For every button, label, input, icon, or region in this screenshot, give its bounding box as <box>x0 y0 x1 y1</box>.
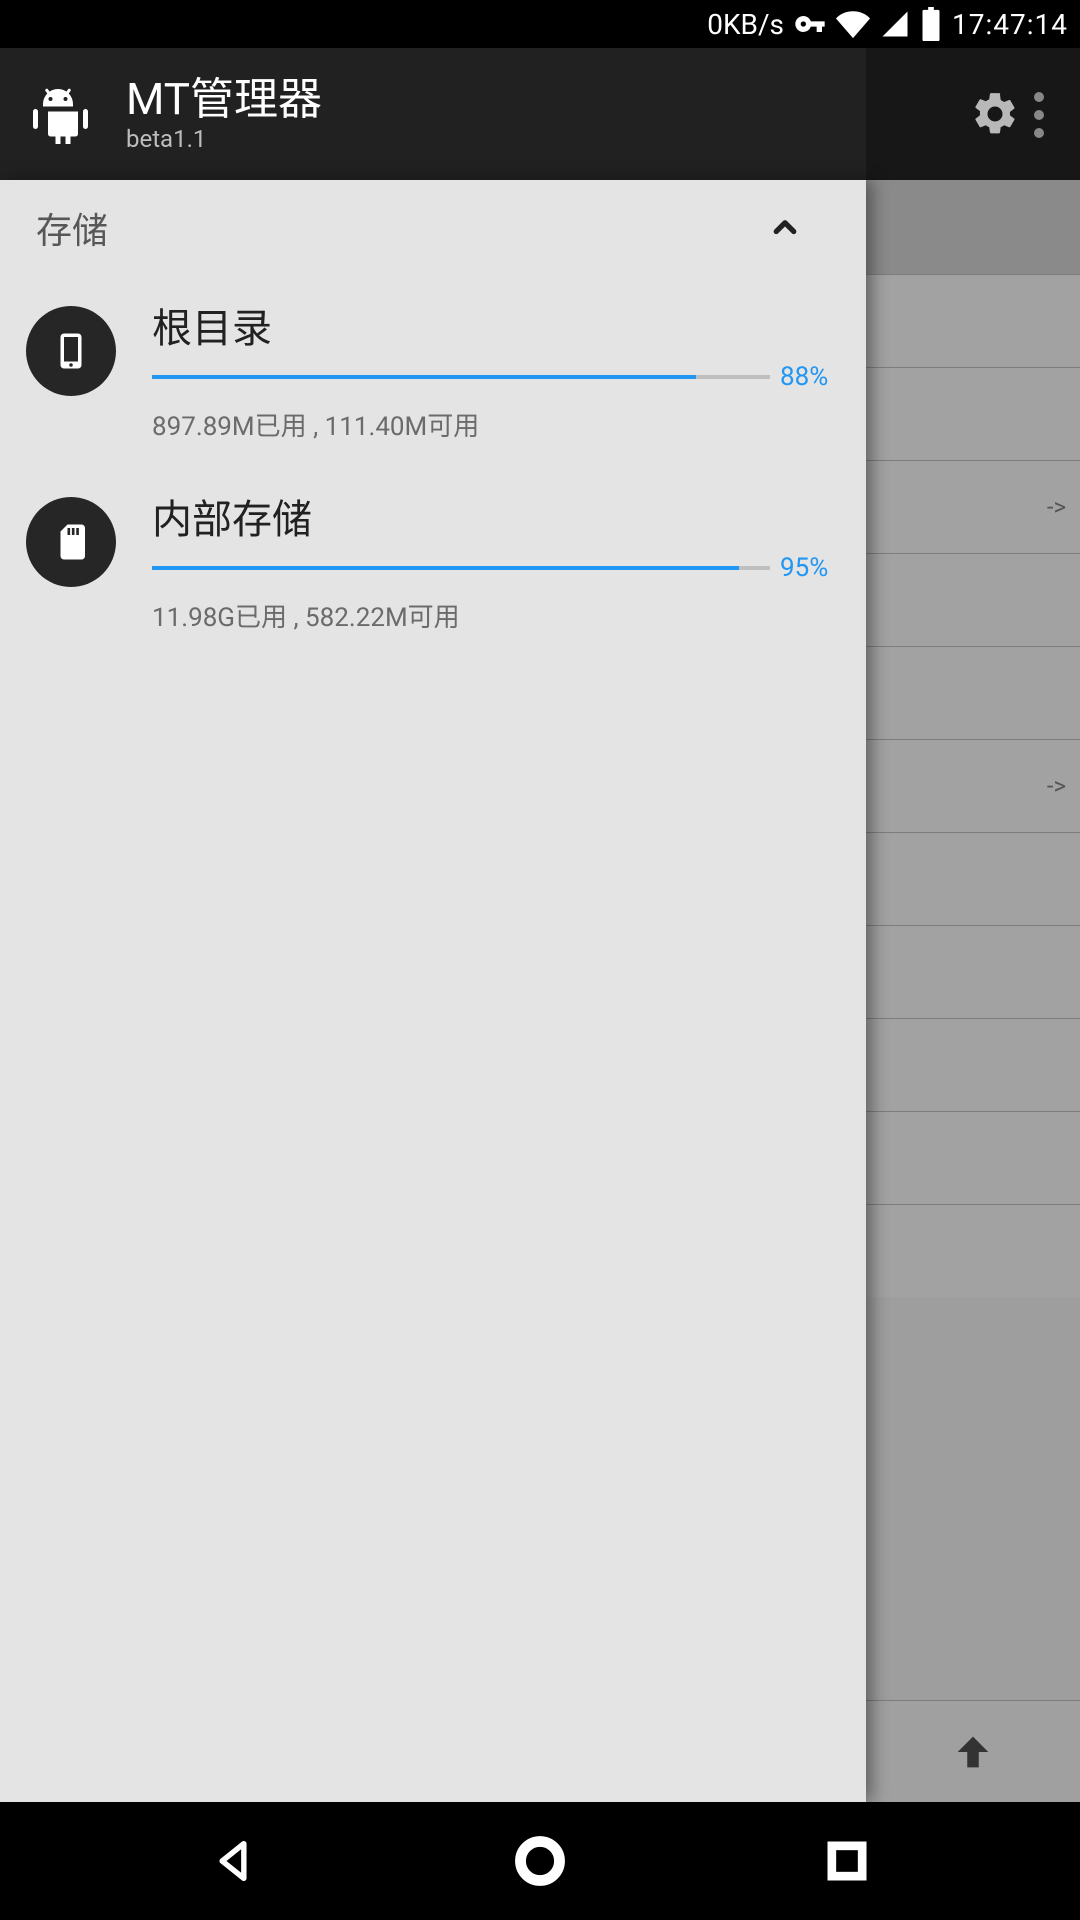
bg-row <box>866 832 1080 925</box>
bg-row <box>866 1204 1080 1297</box>
background-file-list: -> -> <box>866 180 1080 1802</box>
storage-name: 根目录 <box>152 296 840 354</box>
bg-row: -> <box>866 460 1080 553</box>
recent-apps-button[interactable] <box>821 1835 873 1887</box>
vpn-key-icon <box>794 8 826 40</box>
chevron-up-icon <box>764 207 806 249</box>
storage-percent: 95% <box>780 553 840 583</box>
arrow-up-icon <box>950 1729 996 1775</box>
system-nav-bar <box>0 1802 1080 1920</box>
storage-percent: 88% <box>780 362 840 392</box>
bg-row <box>866 553 1080 646</box>
home-button[interactable] <box>514 1835 566 1887</box>
app-subtitle: beta1.1 <box>126 125 970 153</box>
sd-card-icon <box>26 497 116 587</box>
status-bar: 0KB/s 17:47:14 <box>0 0 1080 48</box>
bg-row <box>866 274 1080 367</box>
status-clock: 17:47:14 <box>952 8 1068 41</box>
bg-row <box>866 646 1080 739</box>
battery-icon <box>920 7 942 41</box>
navigation-drawer: 存储 根目录 88% 897.89M已用 , 111.40M可用 <box>0 180 866 1802</box>
storage-item-internal[interactable]: 内部存储 95% 11.98G已用 , 582.22M可用 <box>0 471 866 658</box>
wifi-icon <box>836 7 870 41</box>
storage-usage: 897.89M已用 , 111.40M可用 <box>152 406 840 443</box>
signal-icon <box>880 9 910 39</box>
storage-section-label: 存储 <box>36 202 764 254</box>
storage-usage: 11.98G已用 , 582.22M可用 <box>152 597 840 634</box>
overflow-menu-icon[interactable] <box>1034 92 1044 138</box>
bg-row <box>866 367 1080 460</box>
storage-name: 内部存储 <box>152 487 840 545</box>
storage-item-root[interactable]: 根目录 88% 897.89M已用 , 111.40M可用 <box>0 280 866 467</box>
storage-progress <box>152 375 770 379</box>
bg-row <box>866 1018 1080 1111</box>
back-button[interactable] <box>207 1835 259 1887</box>
bg-row <box>866 1111 1080 1204</box>
bg-row <box>866 925 1080 1018</box>
bg-row: -> <box>866 739 1080 832</box>
storage-section-header[interactable]: 存储 <box>0 180 866 276</box>
scroll-to-top-button[interactable] <box>866 1700 1080 1802</box>
net-speed: 0KB/s <box>707 8 784 41</box>
overflow-dim <box>866 48 1080 180</box>
phone-icon <box>26 306 116 396</box>
android-icon <box>28 84 88 144</box>
app-title: MT管理器 <box>126 75 970 123</box>
storage-progress <box>152 566 770 570</box>
